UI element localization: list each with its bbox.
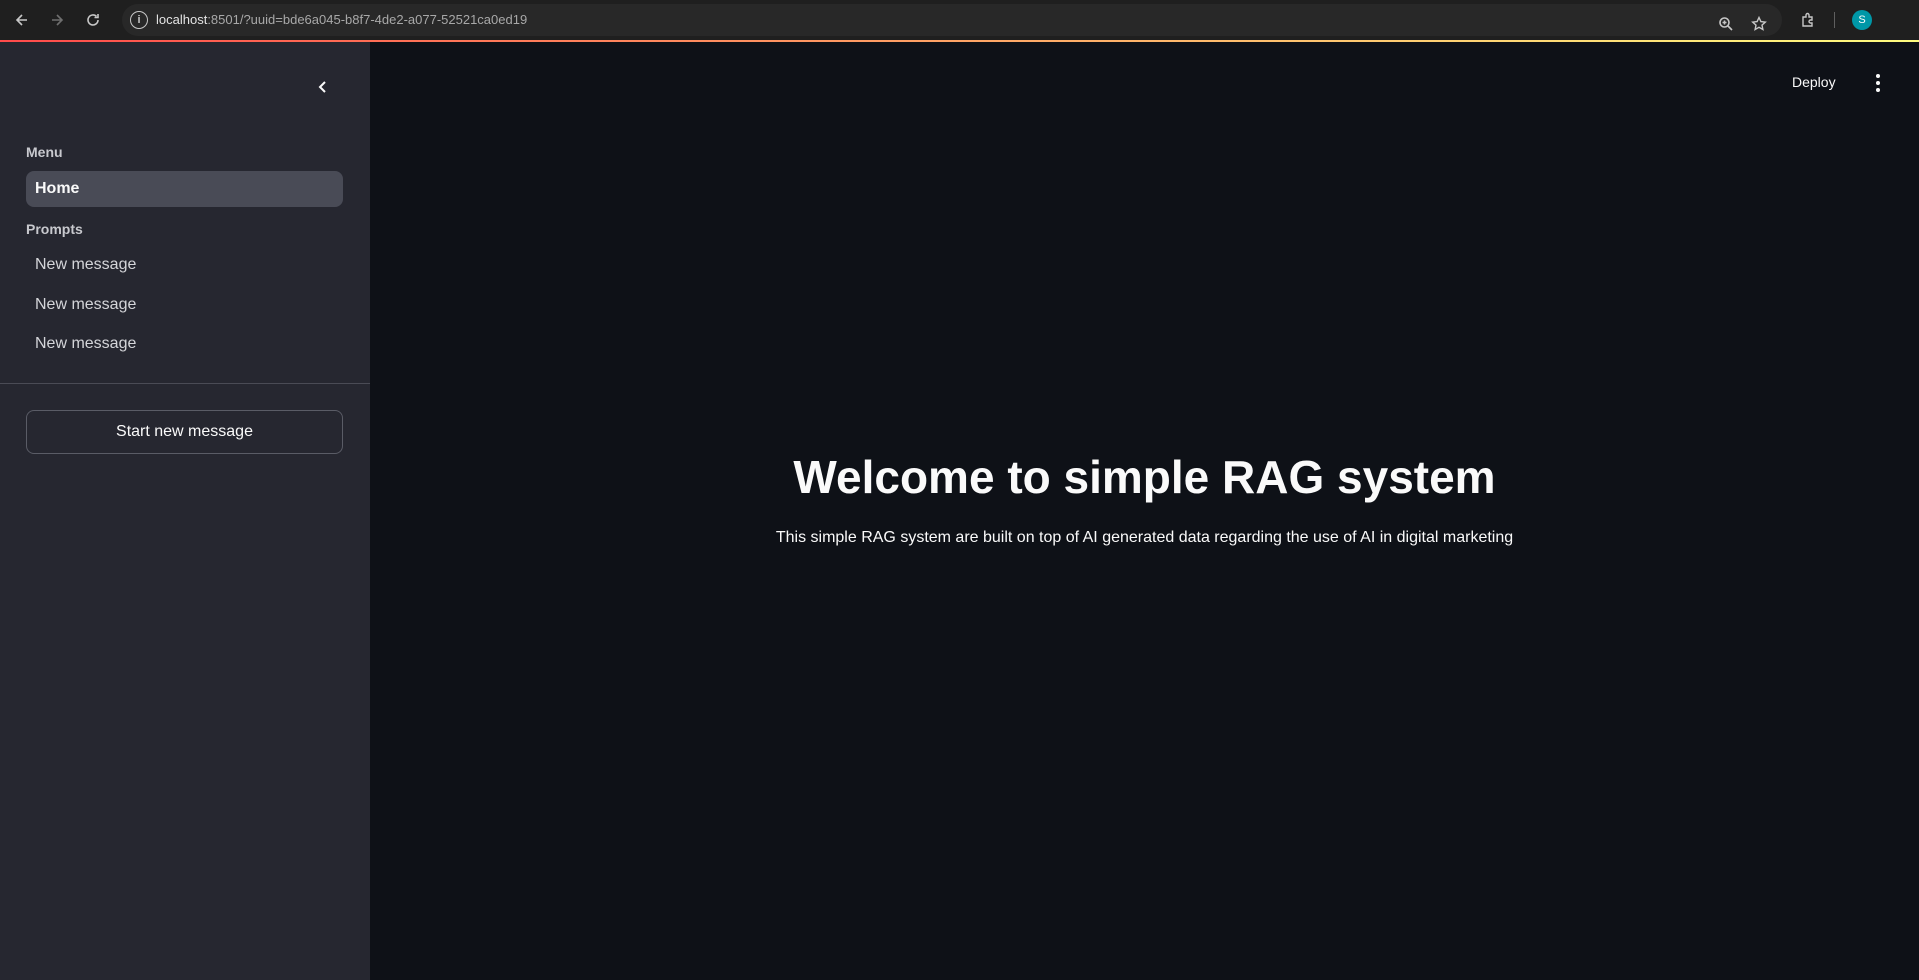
prompt-item-label: New message bbox=[35, 296, 137, 313]
prompt-item[interactable]: New message bbox=[26, 247, 343, 283]
menu-dot bbox=[1876, 81, 1880, 85]
back-arrow-icon[interactable] bbox=[10, 8, 34, 32]
menu-dot bbox=[1876, 88, 1880, 92]
collapse-sidebar-icon[interactable] bbox=[312, 76, 334, 98]
page-subtitle: This simple RAG system are built on top … bbox=[775, 529, 1514, 546]
browser-toolbar: i localhost:8501/?uuid=bde6a045-b8f7-4de… bbox=[0, 0, 1919, 40]
site-info-icon[interactable]: i bbox=[130, 11, 148, 29]
sidebar: Menu Home Prompts New message New messag… bbox=[0, 42, 370, 980]
url-text[interactable]: localhost:8501/?uuid=bde6a045-b8f7-4de2-… bbox=[156, 12, 527, 27]
main-menu-icon[interactable] bbox=[1868, 72, 1888, 94]
star-icon[interactable] bbox=[1748, 13, 1770, 35]
reload-icon[interactable] bbox=[81, 8, 105, 32]
forward-arrow-icon[interactable] bbox=[45, 8, 69, 32]
prompts-section-label: Prompts bbox=[26, 221, 83, 237]
prompt-item-label: New message bbox=[35, 256, 137, 273]
extensions-icon[interactable] bbox=[1797, 9, 1819, 31]
menu-section-label: Menu bbox=[26, 144, 63, 160]
sidebar-divider bbox=[0, 383, 370, 384]
deploy-button[interactable]: Deploy bbox=[1792, 74, 1836, 90]
page-title: Welcome to simple RAG system bbox=[793, 451, 1496, 503]
prompt-item-label: New message bbox=[35, 335, 137, 352]
address-bar[interactable]: i localhost:8501/?uuid=bde6a045-b8f7-4de… bbox=[122, 4, 1782, 36]
zoom-icon[interactable] bbox=[1715, 13, 1737, 35]
menu-dot bbox=[1876, 74, 1880, 78]
start-new-message-button[interactable]: Start new message bbox=[26, 410, 343, 454]
toolbar-divider bbox=[1834, 12, 1835, 28]
avatar[interactable]: S bbox=[1852, 10, 1872, 30]
prompt-item[interactable]: New message bbox=[26, 287, 343, 323]
sidebar-item-label: Home bbox=[35, 180, 80, 197]
prompt-item[interactable]: New message bbox=[26, 326, 343, 362]
url-host: localhost bbox=[156, 12, 208, 27]
sidebar-item-home[interactable]: Home bbox=[26, 171, 343, 207]
url-path: :8501/?uuid=bde6a045-b8f7-4de2-a077-5252… bbox=[207, 12, 528, 27]
